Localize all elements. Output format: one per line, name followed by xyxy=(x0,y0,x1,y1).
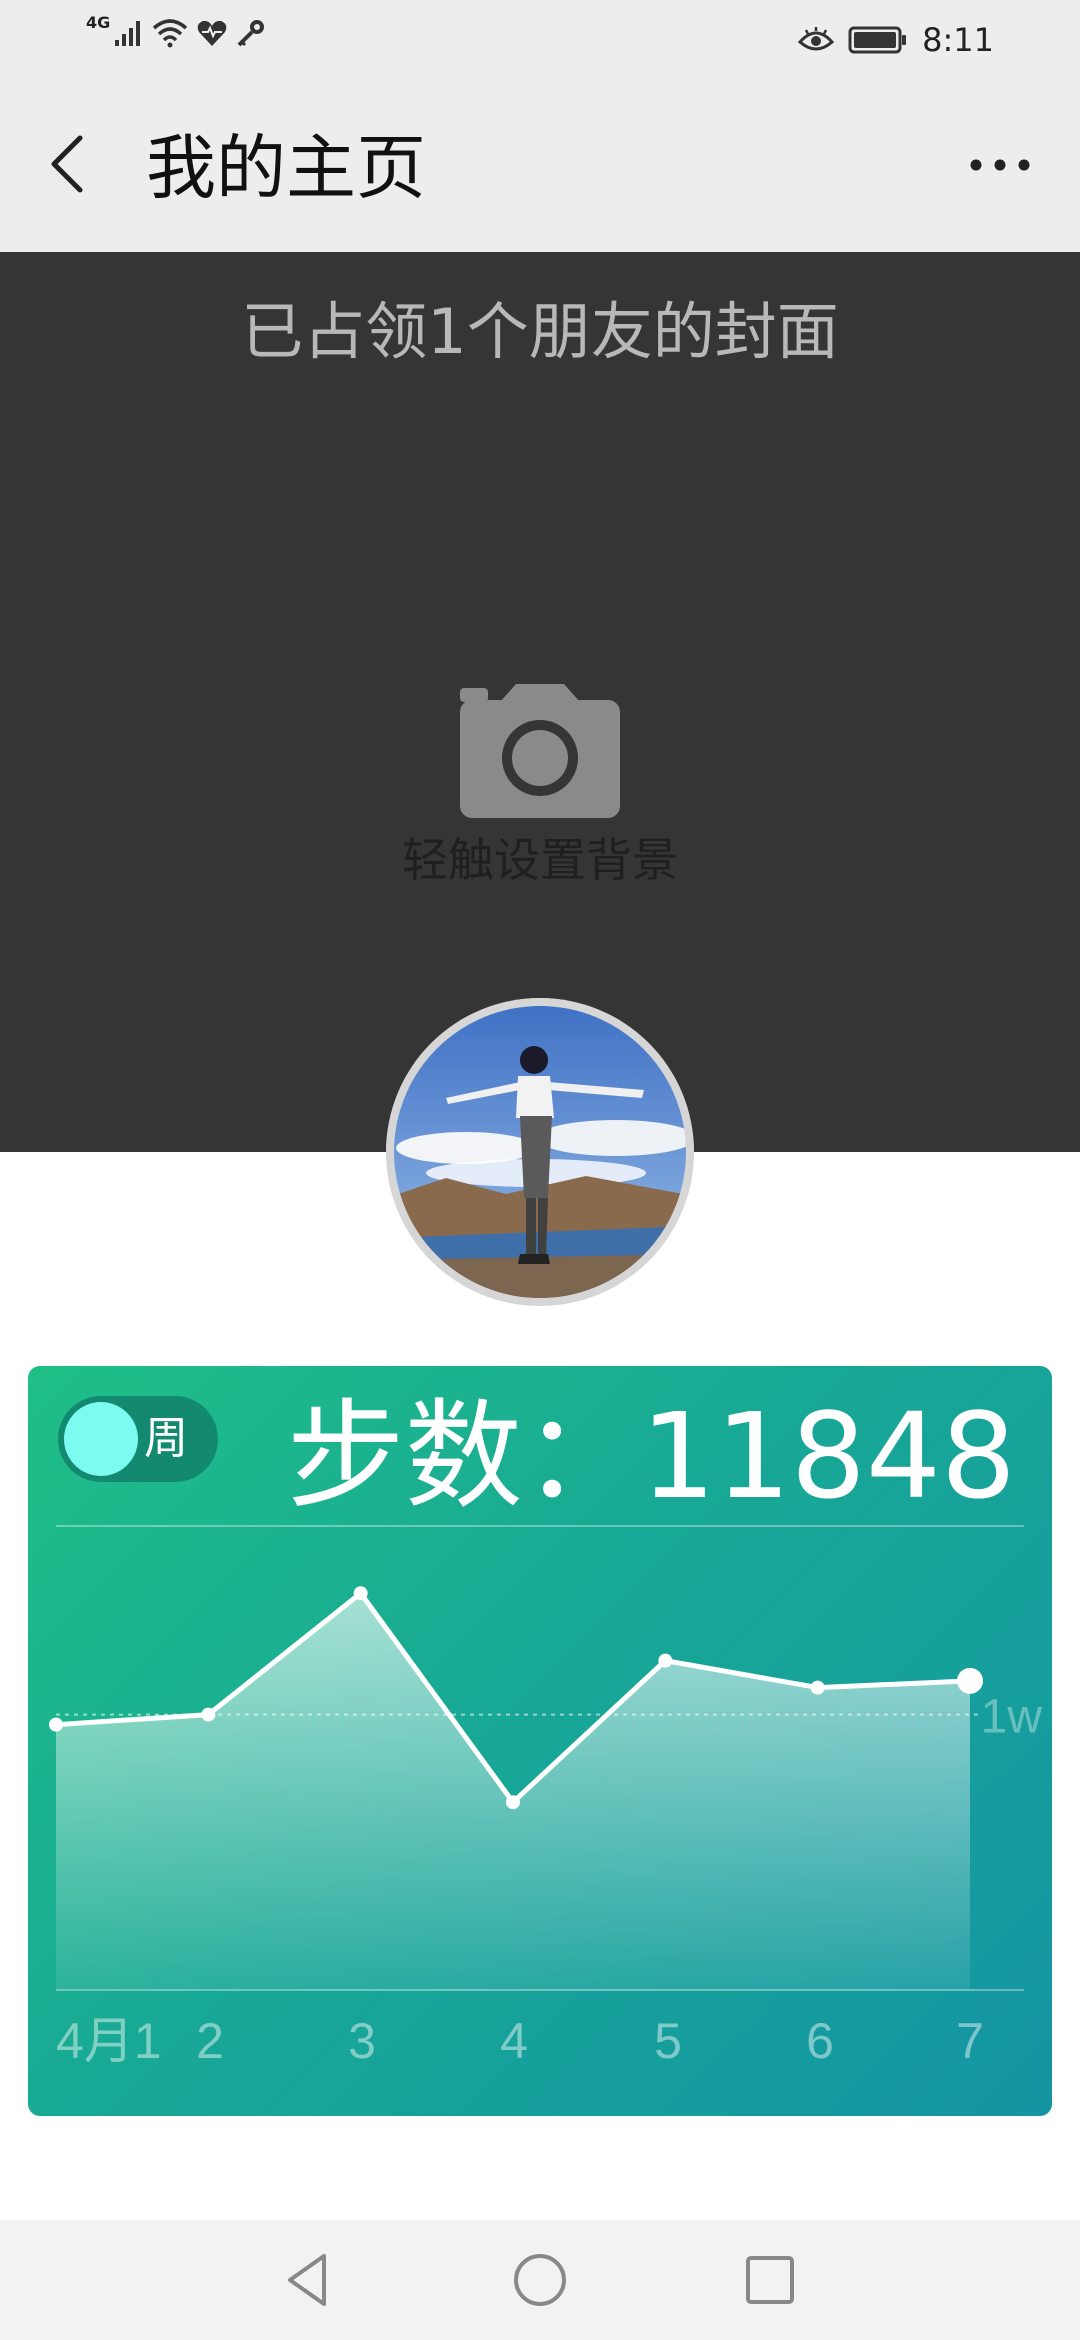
wifi-icon xyxy=(153,19,188,48)
x-tick-label: 7 xyxy=(956,2013,984,2069)
x-tick-label: 3 xyxy=(348,2013,376,2069)
avatar-photo xyxy=(386,998,694,1306)
page-title: 我的主页 xyxy=(146,127,426,209)
home-circle-icon[interactable] xyxy=(510,2250,570,2310)
data-point xyxy=(658,1653,673,1668)
data-point xyxy=(201,1707,216,1722)
data-point xyxy=(810,1680,825,1695)
toggle-label: 周 xyxy=(144,1413,188,1464)
eye-icon xyxy=(798,27,835,51)
period-toggle[interactable]: 周 xyxy=(58,1396,218,1482)
more-button[interactable] xyxy=(960,140,1040,190)
avatar[interactable] xyxy=(386,998,694,1306)
data-point xyxy=(957,1667,983,1694)
signal-icon xyxy=(115,21,141,46)
x-tick-label: 4月1 xyxy=(56,2013,162,2069)
data-point xyxy=(506,1795,520,1810)
data-point xyxy=(353,1586,368,1601)
data-point xyxy=(49,1717,63,1732)
x-tick-label: 4 xyxy=(500,2013,528,2069)
back-button[interactable] xyxy=(40,124,100,204)
set-background-hint[interactable]: 轻触设置背景 xyxy=(0,830,1080,890)
series-area xyxy=(56,1593,970,1990)
x-tick-label: 6 xyxy=(806,2013,834,2069)
toggle-knob xyxy=(64,1402,138,1476)
x-tick-label: 5 xyxy=(654,2013,682,2069)
status-icons-left: 4G xyxy=(86,13,266,48)
recents-square-icon[interactable] xyxy=(740,2250,800,2310)
camera-icon xyxy=(460,684,620,818)
status-icons-right: 8:11 xyxy=(798,18,994,62)
status-time: 8:11 xyxy=(922,21,994,59)
back-triangle-icon[interactable] xyxy=(280,2250,340,2310)
step-card: 1w 4月1 2 3 4 5 6 7 周 步数：11848 xyxy=(28,1366,1052,2116)
battery-icon xyxy=(848,26,907,54)
more-dots-icon xyxy=(970,159,1030,171)
set-background-button[interactable] xyxy=(440,672,640,822)
network-type: 4G xyxy=(86,13,111,32)
x-tick-label: 2 xyxy=(196,2013,224,2069)
status-bar: 4G 8:11 xyxy=(0,0,1080,80)
nav-bar: 我的主页 xyxy=(0,80,1080,252)
heart-icon xyxy=(197,20,227,46)
key-icon xyxy=(237,20,265,47)
system-nav-bar xyxy=(0,2220,1080,2340)
reference-line-label: 1w xyxy=(981,1691,1043,1744)
step-count: 步数：11848 xyxy=(286,1387,1016,1525)
back-arrow-icon xyxy=(51,135,83,193)
cover-caption: 已占领1个朋友的封面 xyxy=(241,295,839,368)
